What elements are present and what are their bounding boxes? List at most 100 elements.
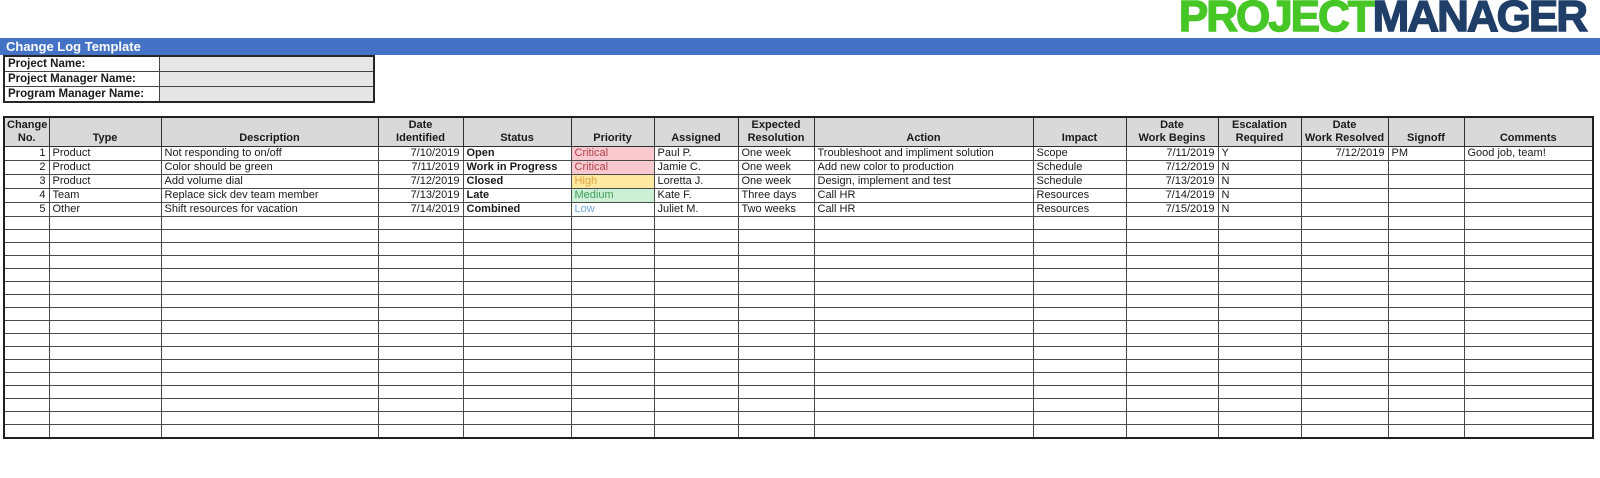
empty-cell[interactable] bbox=[1032, 372, 1127, 386]
empty-cell[interactable] bbox=[1032, 242, 1127, 256]
cell-no[interactable]: 2 bbox=[3, 160, 50, 175]
empty-cell[interactable] bbox=[737, 346, 815, 360]
cell-status[interactable]: Late bbox=[462, 188, 572, 203]
empty-cell[interactable] bbox=[1463, 268, 1594, 282]
cell-signoff[interactable] bbox=[1387, 174, 1465, 189]
empty-cell[interactable] bbox=[1463, 385, 1594, 399]
col-header-escalation-required[interactable]: Escalation Required bbox=[1217, 116, 1302, 147]
empty-cell[interactable] bbox=[462, 346, 572, 360]
empty-cell[interactable] bbox=[813, 229, 1034, 243]
empty-cell[interactable] bbox=[1300, 333, 1389, 347]
empty-cell[interactable] bbox=[377, 320, 464, 334]
cell-action[interactable]: Design, implement and test bbox=[813, 174, 1034, 189]
empty-cell[interactable] bbox=[3, 372, 50, 386]
empty-cell[interactable] bbox=[1032, 424, 1127, 438]
empty-cell[interactable] bbox=[1032, 320, 1127, 334]
empty-cell[interactable] bbox=[1217, 333, 1302, 347]
empty-cell[interactable] bbox=[3, 216, 50, 230]
cell-date-work-resolved[interactable] bbox=[1300, 160, 1389, 175]
cell-impact[interactable]: Resources bbox=[1032, 202, 1127, 217]
col-header-comments[interactable]: Comments bbox=[1463, 116, 1594, 147]
cell-signoff[interactable] bbox=[1387, 188, 1465, 203]
empty-cell[interactable] bbox=[737, 255, 815, 269]
empty-cell[interactable] bbox=[1463, 320, 1594, 334]
empty-cell[interactable] bbox=[737, 398, 815, 412]
cell-expected-resolution[interactable]: Two weeks bbox=[737, 202, 815, 217]
cell-expected-resolution[interactable]: Three days bbox=[737, 188, 815, 203]
cell-description[interactable]: Add volume dial bbox=[160, 174, 379, 189]
empty-cell[interactable] bbox=[1463, 255, 1594, 269]
empty-cell[interactable] bbox=[813, 255, 1034, 269]
empty-cell[interactable] bbox=[570, 307, 655, 321]
cell-escalation-required[interactable]: N bbox=[1217, 160, 1302, 175]
empty-cell[interactable] bbox=[48, 281, 162, 295]
empty-cell[interactable] bbox=[48, 307, 162, 321]
empty-cell[interactable] bbox=[737, 320, 815, 334]
cell-date-identified[interactable]: 7/11/2019 bbox=[377, 160, 464, 175]
cell-status[interactable]: Closed bbox=[462, 174, 572, 189]
cell-priority[interactable]: Critical bbox=[570, 146, 655, 161]
empty-cell[interactable] bbox=[1125, 372, 1219, 386]
empty-cell[interactable] bbox=[1387, 307, 1465, 321]
empty-cell[interactable] bbox=[737, 359, 815, 373]
empty-cell[interactable] bbox=[1463, 307, 1594, 321]
empty-cell[interactable] bbox=[48, 372, 162, 386]
empty-cell[interactable] bbox=[160, 320, 379, 334]
empty-cell[interactable] bbox=[1125, 255, 1219, 269]
cell-expected-resolution[interactable]: One week bbox=[737, 174, 815, 189]
empty-cell[interactable] bbox=[1217, 281, 1302, 295]
empty-cell[interactable] bbox=[1387, 242, 1465, 256]
empty-cell[interactable] bbox=[1300, 281, 1389, 295]
empty-cell[interactable] bbox=[570, 216, 655, 230]
empty-cell[interactable] bbox=[1463, 229, 1594, 243]
empty-cell[interactable] bbox=[3, 346, 50, 360]
empty-cell[interactable] bbox=[570, 359, 655, 373]
empty-cell[interactable] bbox=[653, 229, 739, 243]
empty-cell[interactable] bbox=[653, 268, 739, 282]
empty-cell[interactable] bbox=[570, 242, 655, 256]
cell-assigned[interactable]: Kate F. bbox=[653, 188, 739, 203]
cell-status[interactable]: Combined bbox=[462, 202, 572, 217]
project-manager-name-field[interactable] bbox=[158, 71, 375, 87]
empty-cell[interactable] bbox=[48, 333, 162, 347]
cell-date-work-resolved[interactable]: 7/12/2019 bbox=[1300, 146, 1389, 161]
empty-cell[interactable] bbox=[570, 320, 655, 334]
cell-date-identified[interactable]: 7/13/2019 bbox=[377, 188, 464, 203]
empty-cell[interactable] bbox=[377, 424, 464, 438]
empty-cell[interactable] bbox=[462, 320, 572, 334]
empty-cell[interactable] bbox=[1387, 268, 1465, 282]
cell-comments[interactable]: Good job, team! bbox=[1463, 146, 1594, 161]
cell-assigned[interactable]: Paul P. bbox=[653, 146, 739, 161]
cell-assigned[interactable]: Juliet M. bbox=[653, 202, 739, 217]
empty-cell[interactable] bbox=[1463, 398, 1594, 412]
empty-cell[interactable] bbox=[570, 333, 655, 347]
empty-cell[interactable] bbox=[1217, 346, 1302, 360]
cell-expected-resolution[interactable]: One week bbox=[737, 160, 815, 175]
cell-date-work-begins[interactable]: 7/11/2019 bbox=[1125, 146, 1219, 161]
empty-cell[interactable] bbox=[377, 359, 464, 373]
empty-cell[interactable] bbox=[3, 242, 50, 256]
empty-cell[interactable] bbox=[653, 307, 739, 321]
empty-cell[interactable] bbox=[462, 229, 572, 243]
empty-cell[interactable] bbox=[570, 424, 655, 438]
empty-cell[interactable] bbox=[737, 242, 815, 256]
empty-cell[interactable] bbox=[1463, 242, 1594, 256]
empty-cell[interactable] bbox=[1032, 229, 1127, 243]
empty-cell[interactable] bbox=[48, 294, 162, 308]
empty-cell[interactable] bbox=[1032, 268, 1127, 282]
empty-cell[interactable] bbox=[1125, 242, 1219, 256]
empty-cell[interactable] bbox=[462, 385, 572, 399]
empty-cell[interactable] bbox=[1032, 281, 1127, 295]
empty-cell[interactable] bbox=[462, 398, 572, 412]
empty-cell[interactable] bbox=[1463, 294, 1594, 308]
empty-cell[interactable] bbox=[1032, 385, 1127, 399]
empty-cell[interactable] bbox=[1032, 333, 1127, 347]
cell-comments[interactable] bbox=[1463, 174, 1594, 189]
cell-date-work-resolved[interactable] bbox=[1300, 188, 1389, 203]
empty-cell[interactable] bbox=[653, 424, 739, 438]
empty-cell[interactable] bbox=[737, 372, 815, 386]
empty-cell[interactable] bbox=[3, 281, 50, 295]
empty-cell[interactable] bbox=[1300, 424, 1389, 438]
empty-cell[interactable] bbox=[160, 255, 379, 269]
col-header-status[interactable]: Status bbox=[462, 116, 572, 147]
